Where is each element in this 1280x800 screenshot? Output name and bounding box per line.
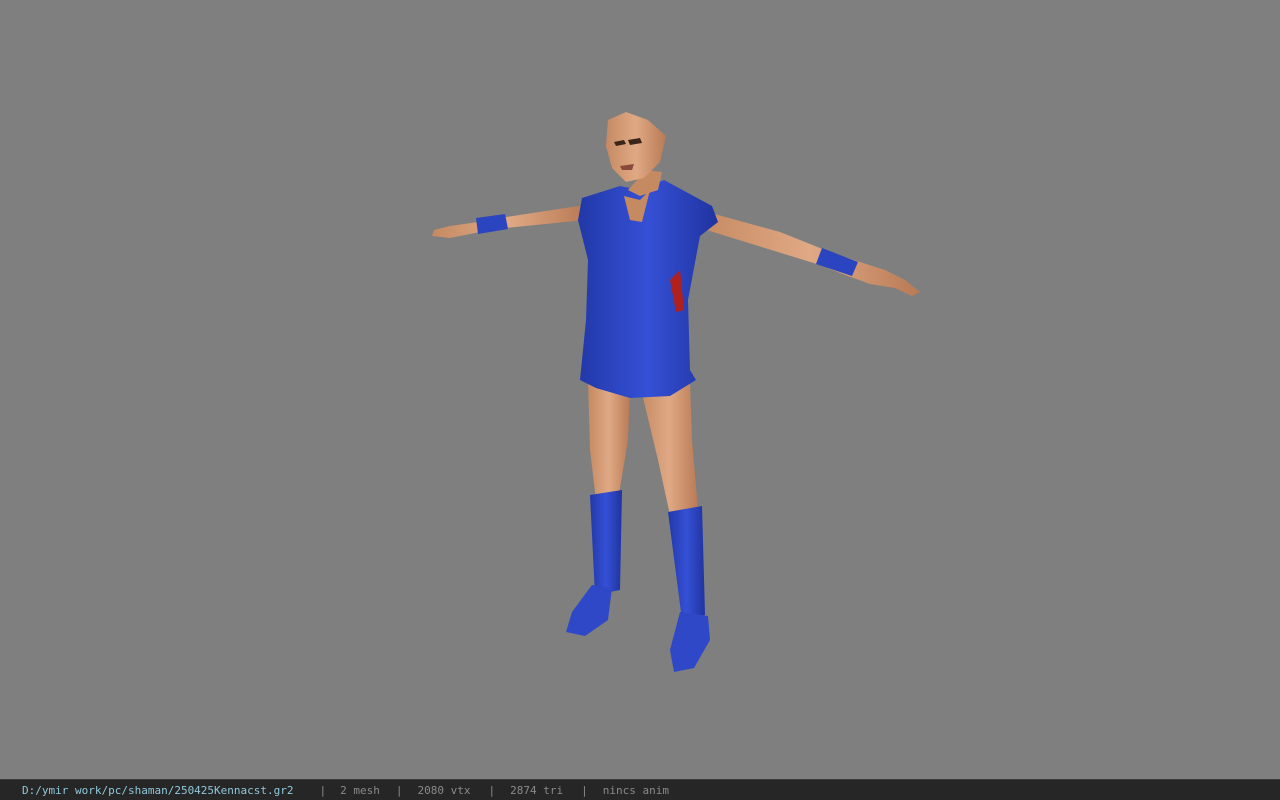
- left-arm: [432, 205, 585, 238]
- right-arm: [700, 210, 920, 296]
- separator: |: [581, 783, 588, 797]
- head: [606, 112, 666, 196]
- character-model[interactable]: [0, 0, 1280, 779]
- separator: |: [395, 783, 403, 797]
- legs: [566, 380, 710, 672]
- file-path: D:/ymir work/pc/shaman/250425Kennacst.gr…: [22, 783, 294, 797]
- anim-status: nincs anim: [602, 783, 669, 797]
- mesh-count: 2 mesh: [340, 783, 380, 797]
- separator: |: [319, 783, 327, 797]
- vertex-count: 2080 vtx: [417, 783, 471, 797]
- torso: [578, 180, 718, 398]
- separator: |: [488, 783, 496, 797]
- status-bar: D:/ymir work/pc/shaman/250425Kennacst.gr…: [0, 779, 1280, 800]
- triangle-count: 2874 tri: [510, 783, 564, 797]
- 3d-viewport[interactable]: [0, 0, 1280, 779]
